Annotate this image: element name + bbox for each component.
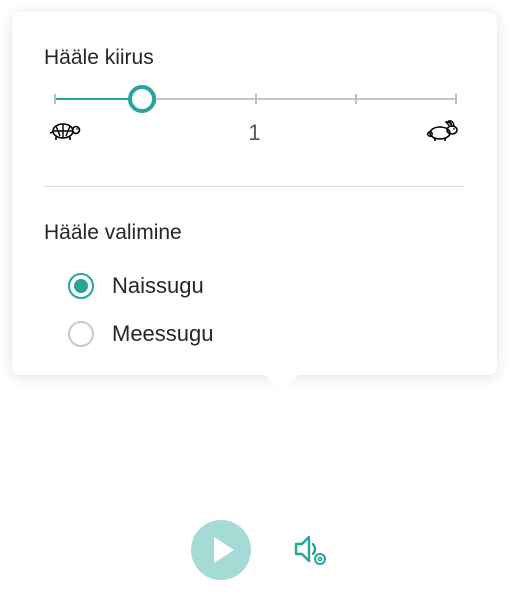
slider-labels: 1 — [54, 118, 455, 148]
slider-tick — [255, 94, 257, 104]
play-icon — [214, 537, 234, 563]
voice-settings-icon — [289, 530, 329, 570]
play-button[interactable] — [191, 520, 251, 580]
turtle-icon — [48, 118, 82, 147]
radio-unselected-icon — [68, 321, 94, 347]
voice-settings-button[interactable] — [287, 528, 331, 572]
speed-title: Hääle kiirus — [44, 46, 465, 70]
radio-label: Naissugu — [112, 273, 204, 299]
toolbar — [0, 520, 522, 580]
voice-option-male[interactable]: Meessugu — [68, 321, 465, 347]
voice-settings-popup: Hääle kiirus 1 — [12, 12, 497, 375]
slider-tick — [54, 94, 56, 104]
slider-tick — [455, 94, 457, 104]
divider — [44, 186, 465, 187]
slider-track — [54, 98, 455, 100]
radio-selected-icon — [68, 273, 94, 299]
radio-label: Meessugu — [112, 321, 214, 347]
voice-radio-group: Naissugu Meessugu — [44, 273, 465, 347]
voice-option-female[interactable]: Naissugu — [68, 273, 465, 299]
speed-slider[interactable]: 1 — [54, 98, 455, 148]
speed-value: 1 — [248, 120, 260, 146]
slider-tick — [355, 94, 357, 104]
voice-title: Hääle valimine — [44, 221, 465, 245]
rabbit-icon — [425, 120, 461, 147]
slider-thumb[interactable] — [128, 85, 156, 113]
